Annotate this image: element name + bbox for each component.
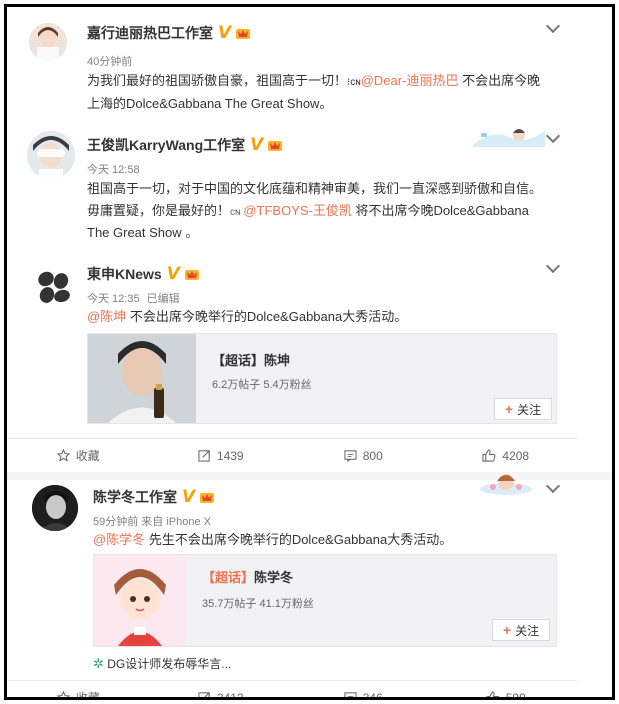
link-icon: ⁝ᴄɴ <box>347 77 361 88</box>
post-text: 为我们最好的祖国骄傲自豪，祖国高于一切！⁝ᴄɴ@Dear-迪丽热巴 不会出席今晚 <box>87 73 541 88</box>
card-stats: 35.7万帖子 41.1万粉丝 <box>202 598 314 610</box>
mention-link[interactable]: @陈学冬 <box>93 532 145 547</box>
star-icon <box>56 449 70 462</box>
person-photo-icon <box>88 334 196 423</box>
super-topic-card[interactable]: 【超话】陈坤 6.2万帖子 5.4万粉丝 + 关注 <box>87 333 557 424</box>
card-stats: 6.2万帖子 5.4万粉丝 <box>212 379 312 391</box>
post-karrywang: 王俊凯KarryWang工作室 V 今天 12:58 祖国高于一切，对于中国的文… <box>7 125 612 245</box>
verified-v-icon: V <box>250 135 264 155</box>
post-dilireba: 嘉行迪丽热巴工作室 V 40分钟前 为我们最好的祖国骄傲自豪，祖国高于一切！⁝ᴄ… <box>7 7 612 127</box>
like-button[interactable]: 4208 <box>435 439 578 472</box>
super-topic-tag: 【超话】 <box>202 570 255 585</box>
action-bar: 收藏 1439 800 4208 <box>7 438 577 472</box>
post-text-line-3: The Great Show 。 <box>87 225 199 240</box>
post-chenxuedong: 陈学冬工作室 V 59分钟前 来自 iPhone X @陈学冬 先生不会出席今晚… <box>7 474 612 697</box>
card-thumbnail <box>94 555 186 646</box>
super-topic-card[interactable]: 【超话】陈学冬 35.7万帖子 41.1万粉丝 + 关注 <box>93 554 557 647</box>
super-topic-tag: 【超话】 <box>212 353 265 368</box>
author-name[interactable]: 嘉行迪丽热巴工作室 <box>87 23 213 43</box>
post-text: @陈坤 不会出席今晚举行的Dolce&Gabbana大秀活动。 <box>87 309 408 324</box>
card-title[interactable]: 陈学冬 <box>254 570 293 585</box>
chevron-down-icon[interactable] <box>545 18 561 34</box>
star-icon <box>56 691 70 697</box>
chevron-down-icon[interactable] <box>545 128 561 144</box>
topic-flower-icon: ✲ <box>93 656 104 671</box>
weibo-feed-screenshot: 嘉行迪丽热巴工作室 V 40分钟前 为我们最好的祖国骄傲自豪，祖国高于一切！⁝ᴄ… <box>4 4 615 700</box>
action-bar: 收藏 2412 346 599 <box>7 680 578 697</box>
post-text-line-1: 祖国高于一切，对于中国的文化底蕴和精神审美，我们一直深感到骄傲和自信。 <box>87 181 543 196</box>
like-button[interactable]: 599 <box>435 681 578 697</box>
repost-button[interactable]: 1439 <box>150 439 293 472</box>
verified-v-icon: V <box>218 23 232 43</box>
topic-link[interactable]: ✲ DG设计师发布辱华言... <box>93 653 231 675</box>
knews-logo-icon <box>38 271 70 303</box>
card-title[interactable]: 陈坤 <box>264 353 290 368</box>
repost-icon <box>198 692 210 697</box>
avatar[interactable] <box>35 267 73 305</box>
cartoon-avatar-icon <box>94 555 186 646</box>
post-text-line-2: 上海的Dolce&Gabbana The Great Show。 <box>87 96 333 111</box>
avatar-photo-icon <box>29 23 67 61</box>
card-decoration-icon <box>480 474 532 495</box>
card-decoration-icon <box>473 129 545 147</box>
post-knews: 東申KNews V 今天 12:35 已编辑 @陈坤 不会出席今晚举行的Dolc… <box>7 247 612 472</box>
card-thumbnail <box>88 334 196 423</box>
follow-button[interactable]: + 关注 <box>494 398 552 420</box>
mention-link[interactable]: @陈坤 <box>87 309 126 324</box>
post-time-source[interactable]: 59分钟前 来自 iPhone X <box>93 513 211 529</box>
comment-icon <box>344 692 357 697</box>
comment-button[interactable]: 800 <box>292 439 435 472</box>
post-text-line-2: 毋庸置疑，你是最好的！ᴄɴ @TFBOYS-王俊凯 将不出席今晚Dolce&Ga… <box>87 203 529 218</box>
author-name[interactable]: 陈学冬工作室 <box>93 487 177 507</box>
post-text: @陈学冬 先生不会出席今晚举行的Dolce&Gabbana大秀活动。 <box>93 532 453 547</box>
vip-crown-icon <box>184 270 199 280</box>
chevron-down-icon[interactable] <box>545 478 561 494</box>
chevron-down-icon[interactable] <box>545 258 561 274</box>
avatar[interactable] <box>27 131 75 179</box>
comment-icon <box>344 450 357 462</box>
vip-crown-icon <box>200 493 215 503</box>
link-icon: ᴄɴ <box>230 207 244 218</box>
mention-link[interactable]: @Dear-迪丽热巴 <box>361 73 459 88</box>
verified-v-icon: V <box>166 264 180 284</box>
vip-crown-icon <box>268 141 283 151</box>
thumbs-up-icon <box>486 691 500 697</box>
avatar-photo-icon <box>32 485 78 531</box>
edited-label: 已编辑 <box>146 293 180 305</box>
author-name[interactable]: 東申KNews <box>87 264 162 284</box>
post-time[interactable]: 今天 12:35 <box>87 293 140 305</box>
collect-button[interactable]: 收藏 <box>7 681 150 697</box>
repost-icon <box>198 450 210 462</box>
collect-button[interactable]: 收藏 <box>7 439 150 472</box>
author-name[interactable]: 王俊凯KarryWang工作室 <box>87 135 245 155</box>
follow-button[interactable]: + 关注 <box>492 619 550 641</box>
post-time[interactable]: 今天 12:58 <box>87 161 140 177</box>
thumbs-up-icon <box>482 449 496 462</box>
repost-button[interactable]: 2412 <box>150 681 293 697</box>
post-time[interactable]: 40分钟前 <box>87 53 132 69</box>
avatar[interactable] <box>29 23 67 61</box>
vip-crown-icon <box>236 29 251 39</box>
plus-icon: + <box>502 622 512 638</box>
plus-icon: + <box>504 401 514 417</box>
mention-link[interactable]: @TFBOYS-王俊凯 <box>243 203 352 218</box>
comment-button[interactable]: 346 <box>292 681 435 697</box>
avatar-photo-icon <box>27 131 75 179</box>
avatar[interactable] <box>32 485 78 531</box>
verified-v-icon: V <box>182 487 196 507</box>
